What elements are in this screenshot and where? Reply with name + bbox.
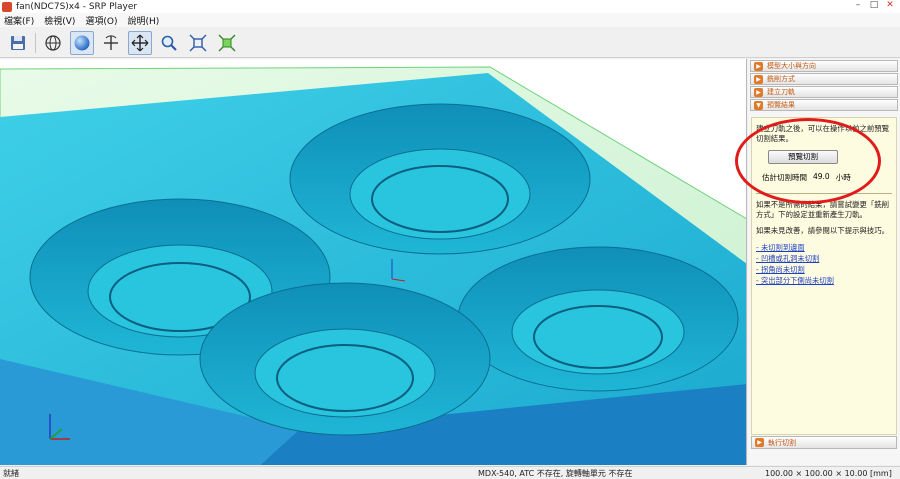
pan-icon: [131, 34, 149, 51]
tip-link-uncut-holes[interactable]: - 凹槽或孔洞未切割: [756, 253, 892, 264]
save-button[interactable]: [6, 31, 30, 55]
fit-selection-button[interactable]: [215, 31, 239, 55]
wireframe-view-button[interactable]: [41, 31, 65, 55]
tip-link-uncut-overhangs[interactable]: - 突出部分下側尚未切割: [756, 275, 892, 286]
save-icon: [11, 35, 25, 50]
pan-button[interactable]: [128, 30, 152, 55]
tip-link-uncut-corners[interactable]: - 拐角尚未切割: [756, 264, 892, 275]
status-machine: MDX-540, ATC 不存在, 旋轉軸單元 不存在: [478, 468, 633, 478]
status-ready: 就緒: [3, 468, 19, 478]
zoom-icon: [161, 35, 177, 51]
model-viewport[interactable]: [0, 59, 747, 465]
menu-bar: 檔案(F) 檢視(V) 選項(O) 說明(H): [0, 13, 900, 27]
menu-view[interactable]: 檢視(V): [44, 14, 75, 27]
expand-icon: ▶: [754, 87, 763, 97]
zoom-button[interactable]: [157, 31, 181, 55]
menu-file[interactable]: 檔案(F): [4, 14, 34, 27]
step-preview-result[interactable]: ▼ 預覽結果: [750, 99, 898, 111]
tip-link-uncut-edges[interactable]: - 未切割到邊面: [756, 242, 892, 253]
run-cutting-button[interactable]: ▶ 執行切割: [751, 436, 897, 449]
collapse-icon: ▼: [754, 100, 763, 110]
toolbar: [0, 28, 900, 58]
window-title: fan(NDC7S)x4 - SRP Player: [16, 1, 138, 12]
status-dimensions: 100.00 × 100.00 × 10.00 [mm]: [765, 468, 892, 478]
fan-cavity-4: [199, 282, 491, 436]
fit-selection-icon: [218, 34, 236, 51]
fit-all-button[interactable]: [186, 31, 210, 55]
wireframe-globe-icon: [45, 34, 61, 51]
toolbar-separator: [35, 32, 36, 53]
step-create-toolpath[interactable]: ▶ 建立刀軌: [750, 86, 898, 98]
highlight-callout: [735, 118, 881, 204]
minimize-button[interactable]: –: [852, 0, 864, 11]
expand-icon: ▶: [754, 61, 763, 71]
rotate-button[interactable]: [99, 31, 123, 55]
fan-model-render: [0, 66, 746, 465]
fan-cavity-3: [457, 246, 739, 392]
menu-help[interactable]: 說明(H): [128, 14, 160, 27]
expand-icon: ▶: [754, 74, 763, 84]
status-bar: 就緒 MDX-540, ATC 不存在, 旋轉軸單元 不存在 100.00 × …: [0, 466, 900, 479]
shaded-sphere-icon: [74, 35, 90, 50]
title-bar: fan(NDC7S)x4 - SRP Player – □ ✕: [0, 0, 900, 13]
rotate-icon: [104, 34, 118, 50]
step-model-size[interactable]: ▶ 模型大小與方向: [750, 60, 898, 72]
fan-cavity-1: [289, 103, 591, 255]
shaded-view-button[interactable]: [70, 30, 94, 55]
close-button[interactable]: ✕: [884, 0, 896, 11]
maximize-button[interactable]: □: [868, 0, 880, 11]
step-milling-method[interactable]: ▶ 銑削方式: [750, 73, 898, 85]
expand-icon: ▶: [755, 438, 764, 447]
fit-all-icon: [189, 34, 207, 51]
help-text-1: 如果不是所需的結果，請嘗試變更「銑削方式」下的設定並重新產生刀軌。: [756, 200, 890, 219]
menu-options[interactable]: 選項(O): [85, 14, 117, 27]
app-icon: [2, 1, 12, 12]
help-text-2: 如果未見改善，請參閱以下提示與技巧。: [756, 226, 890, 235]
